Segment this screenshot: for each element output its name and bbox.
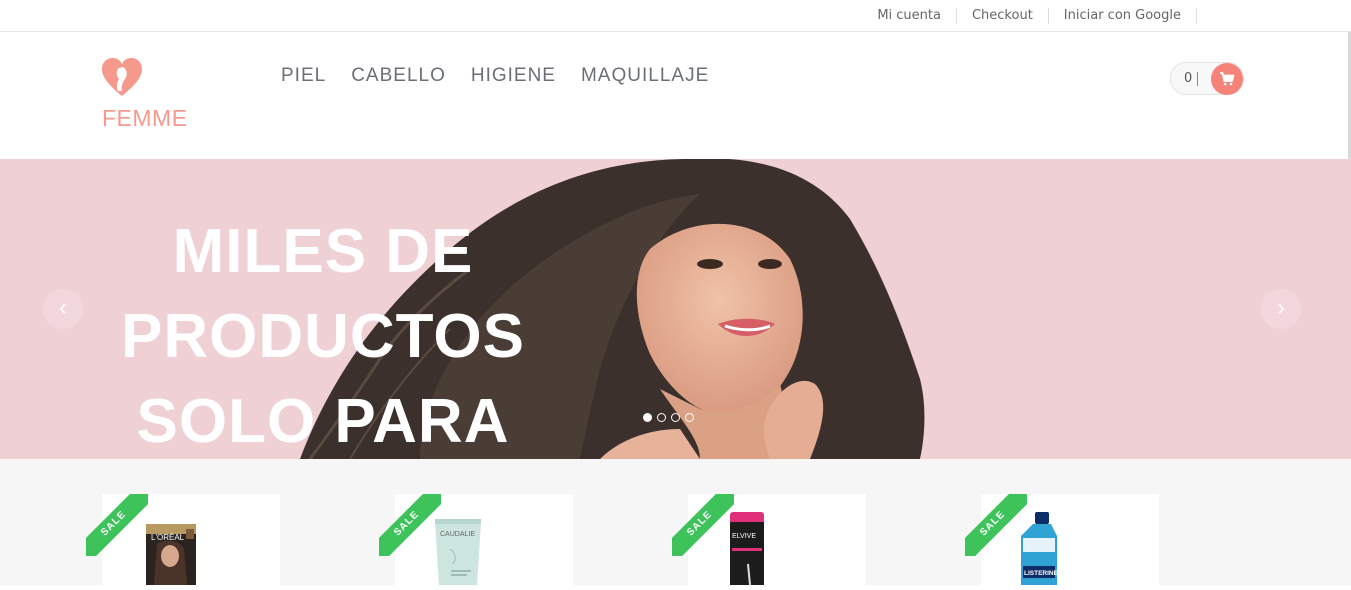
sale-badge: SALE (965, 494, 1027, 556)
hero-headline: MILES DE PRODUCTOS SOLO PARA TI (103, 209, 543, 459)
my-account-link[interactable]: Mi cuenta (862, 7, 957, 24)
sale-ribbon: SALE (672, 494, 734, 556)
nav-item-piel[interactable]: PIEL (281, 65, 326, 87)
sale-ribbon: SALE (965, 494, 1027, 556)
site-header: FEMME PIEL CABELLO HIGIENE MAQUILLAJE 0 (0, 32, 1351, 159)
sale-badge: SALE (672, 494, 734, 556)
hero-line-1: MILES DE (172, 217, 474, 286)
sale-ribbon: SALE (379, 494, 441, 556)
logo[interactable] (102, 58, 182, 103)
slider-dots (643, 413, 694, 422)
heart-woman-icon (102, 58, 142, 96)
nav-item-maquillaje[interactable]: MAQUILLAJE (581, 65, 709, 87)
slider-dot-4[interactable] (685, 413, 694, 422)
shopping-cart-icon (1220, 72, 1235, 86)
hero-line-2: PRODUCTOS (120, 302, 525, 371)
nav-item-cabello[interactable]: CABELLO (351, 65, 446, 87)
main-nav: PIEL CABELLO HIGIENE MAQUILLAJE (281, 65, 709, 87)
product-brand-label: ELVIVE (732, 533, 756, 540)
product-brand-label: LISTERINE (1024, 570, 1059, 577)
brand-name[interactable]: FEMME (102, 105, 188, 132)
cart-count: 0 (1184, 71, 1199, 86)
product-brand-label: L'ORÉAL (151, 533, 185, 542)
top-bar: Mi cuenta Checkout Iniciar con Google (0, 0, 1351, 32)
slider-prev-button[interactable]: ‹ (43, 289, 83, 329)
sale-ribbon: SALE (86, 494, 148, 556)
nav-item-higiene[interactable]: HIGIENE (471, 65, 556, 87)
slider-dot-3[interactable] (671, 413, 680, 422)
cart-button[interactable] (1211, 63, 1243, 95)
checkout-link[interactable]: Checkout (957, 7, 1049, 24)
hero-slider: MILES DE PRODUCTOS SOLO PARA TI ‹ › (0, 159, 1351, 459)
slider-next-button[interactable]: › (1261, 289, 1301, 329)
slider-dot-1[interactable] (643, 413, 652, 422)
sale-badge: SALE (379, 494, 441, 556)
slider-dot-2[interactable] (657, 413, 666, 422)
chevron-left-icon: ‹ (59, 294, 67, 321)
product-brand-label: CAUDALIE (440, 531, 475, 538)
chevron-right-icon: › (1277, 294, 1285, 321)
sale-badge: SALE (86, 494, 148, 556)
cart-widget[interactable]: 0 (1170, 62, 1244, 95)
product-grid: L'ORÉAL CAUDALIE ELVIVE LISTERINE SALE S… (0, 459, 1351, 586)
hero-line-3: SOLO PARA TI (136, 387, 510, 456)
account-links: Mi cuenta Checkout Iniciar con Google (862, 0, 1197, 31)
google-login-link[interactable]: Iniciar con Google (1049, 7, 1197, 24)
